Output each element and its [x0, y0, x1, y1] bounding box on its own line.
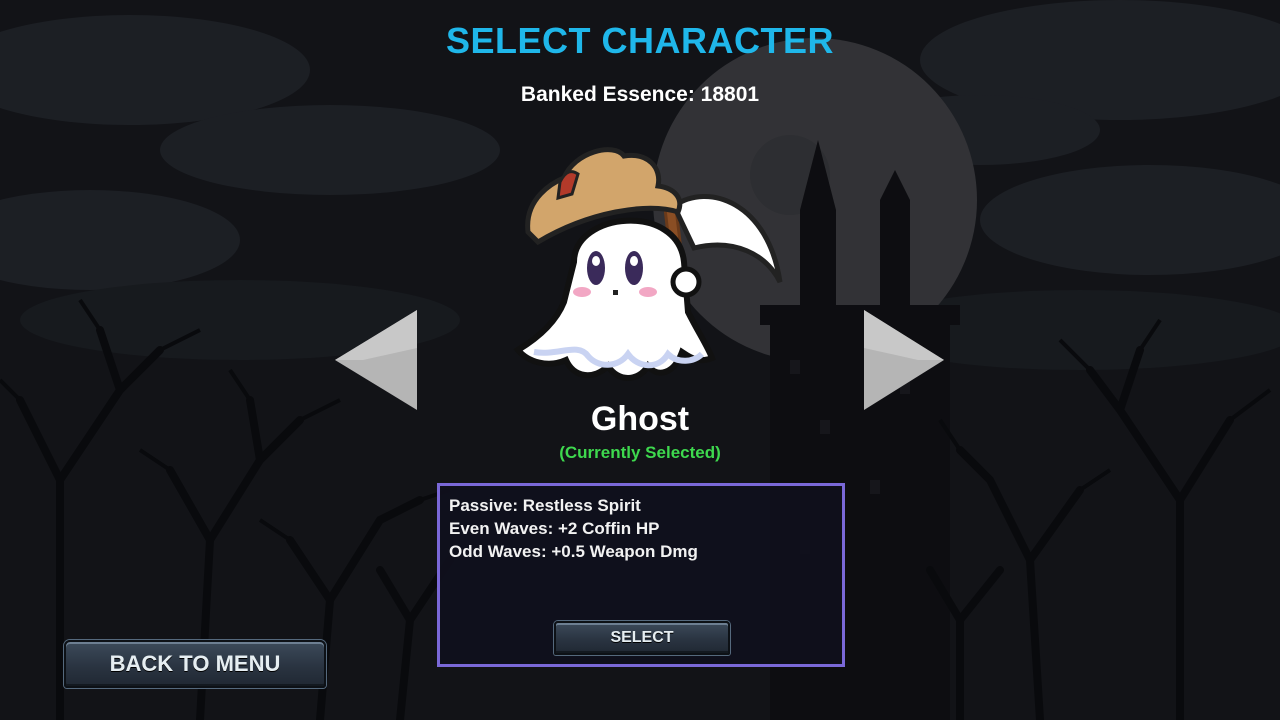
screen-title: SELECT CHARACTER [445, 20, 834, 61]
ghost-character-portrait-icon [513, 147, 783, 381]
select-character-button[interactable]: SELECT [554, 621, 730, 655]
passive-ability-text: Passive: Restless Spirit [449, 496, 641, 515]
even-waves-bonus-text: Even Waves: +2 Coffin HP [449, 519, 660, 538]
previous-character-arrow-icon[interactable] [333, 308, 419, 412]
back-to-menu-button[interactable]: BACK TO MENU [64, 640, 326, 688]
selection-status: (Currently Selected) [559, 443, 721, 462]
character-name: Ghost [590, 400, 690, 438]
odd-waves-bonus-text: Odd Waves: +0.5 Weapon Dmg [449, 542, 698, 561]
next-character-arrow-icon[interactable] [862, 308, 946, 412]
banked-essence-counter: Banked Essence: 18801 [520, 83, 760, 106]
